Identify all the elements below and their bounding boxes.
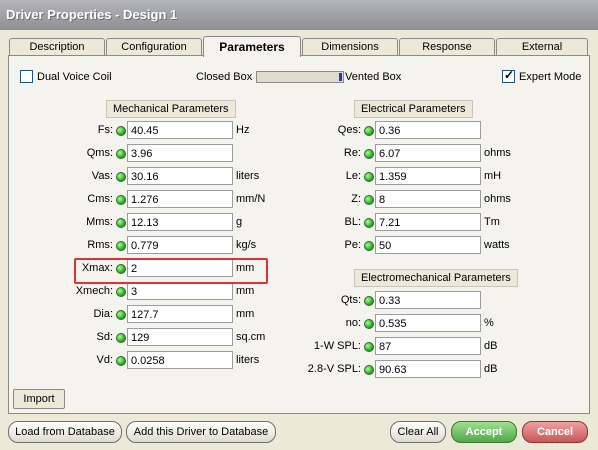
tab-parameters[interactable]: Parameters bbox=[203, 36, 301, 57]
electrical-label-5: Pe: bbox=[344, 239, 361, 251]
closed-box-label: Closed Box bbox=[196, 71, 253, 83]
electrical-unit-2: mH bbox=[484, 170, 502, 182]
expert-mode-checkbox[interactable]: ✓ bbox=[502, 68, 515, 83]
vented-box-label: Vented Box bbox=[345, 71, 402, 83]
electromechanical-unit-2: dB bbox=[484, 340, 498, 352]
electromechanical-unit-3: dB bbox=[484, 363, 498, 375]
electrical-label-0: Qes: bbox=[337, 124, 361, 136]
box-type-slider[interactable] bbox=[256, 71, 344, 83]
add-to-database-button[interactable]: Add this Driver to Database bbox=[126, 421, 276, 443]
status-led-icon bbox=[364, 126, 374, 136]
xmax-highlight-box bbox=[74, 258, 268, 284]
electromechanical-field-2[interactable]: 87 bbox=[375, 337, 481, 355]
electromechanical-label-0: Qts: bbox=[340, 294, 361, 306]
tab-configuration[interactable]: Configuration bbox=[106, 38, 202, 55]
window-title: Driver Properties - Design 1 bbox=[6, 7, 178, 22]
expert-mode-label: Expert Mode bbox=[519, 71, 582, 83]
electrical-field-1[interactable]: 6.07 bbox=[375, 144, 481, 162]
electrical-label-3: Z: bbox=[351, 193, 361, 205]
mechanical-parameters-header: Mechanical Parameters bbox=[106, 100, 236, 118]
electromechanical-parameters-header: Electromechanical Parameters bbox=[354, 269, 518, 287]
electromechanical-unit-1: % bbox=[484, 317, 494, 329]
accept-button[interactable]: Accept bbox=[451, 421, 517, 443]
electromechanical-field-0[interactable]: 0.33 bbox=[375, 291, 481, 309]
status-led-icon bbox=[364, 342, 374, 352]
electrical-label-1: Re: bbox=[343, 147, 361, 159]
electromechanical-label-1: no: bbox=[345, 317, 361, 329]
electrical-field-2[interactable]: 1.359 bbox=[375, 167, 481, 185]
electrical-field-3[interactable]: 8 bbox=[375, 190, 481, 208]
status-led-icon bbox=[364, 172, 374, 182]
electromechanical-field-3[interactable]: 90.63 bbox=[375, 360, 481, 378]
slider-thumb[interactable] bbox=[339, 73, 342, 81]
tab-external[interactable]: External bbox=[496, 38, 588, 55]
title-bar[interactable]: Driver Properties - Design 1 bbox=[0, 0, 598, 30]
electrical-label-2: Le: bbox=[345, 170, 361, 182]
electrical-field-4[interactable]: 7.21 bbox=[375, 213, 481, 231]
status-led-icon bbox=[364, 296, 374, 306]
load-from-database-button[interactable]: Load from Database bbox=[8, 421, 122, 443]
check-mark-icon: ✓ bbox=[504, 68, 515, 82]
tab-dimensions[interactable]: Dimensions bbox=[302, 38, 398, 55]
electromechanical-label-3: 2.8-V SPL: bbox=[307, 363, 361, 375]
electrical-unit-1: ohms bbox=[484, 147, 511, 159]
status-led-icon bbox=[364, 241, 374, 251]
electrical-field-0[interactable]: 0.36 bbox=[375, 121, 481, 139]
tab-response[interactable]: Response bbox=[399, 38, 495, 55]
electrical-parameters-header: Electrical Parameters bbox=[354, 100, 473, 118]
status-led-icon bbox=[364, 149, 374, 159]
electrical-unit-5: watts bbox=[484, 239, 510, 251]
status-led-icon bbox=[364, 218, 374, 228]
dual-voice-coil-checkbox[interactable] bbox=[20, 70, 33, 83]
status-led-icon bbox=[364, 365, 374, 375]
cancel-button[interactable]: Cancel bbox=[522, 421, 588, 443]
electrical-field-5[interactable]: 50 bbox=[375, 236, 481, 254]
electrical-unit-4: Tm bbox=[484, 216, 500, 228]
dual-voice-coil-label: Dual Voice Coil bbox=[37, 71, 112, 83]
clear-all-button[interactable]: Clear All bbox=[390, 421, 446, 443]
tab-bar: Description Configuration Parameters Dim… bbox=[8, 36, 588, 57]
electrical-label-4: BL: bbox=[344, 216, 361, 228]
status-led-icon bbox=[364, 195, 374, 205]
electromechanical-field-1[interactable]: 0.535 bbox=[375, 314, 481, 332]
status-led-icon bbox=[364, 319, 374, 329]
electrical-unit-3: ohms bbox=[484, 193, 511, 205]
electromechanical-label-2: 1-W SPL: bbox=[313, 340, 361, 352]
tab-description[interactable]: Description bbox=[9, 38, 105, 55]
import-button[interactable]: Import bbox=[13, 389, 65, 409]
